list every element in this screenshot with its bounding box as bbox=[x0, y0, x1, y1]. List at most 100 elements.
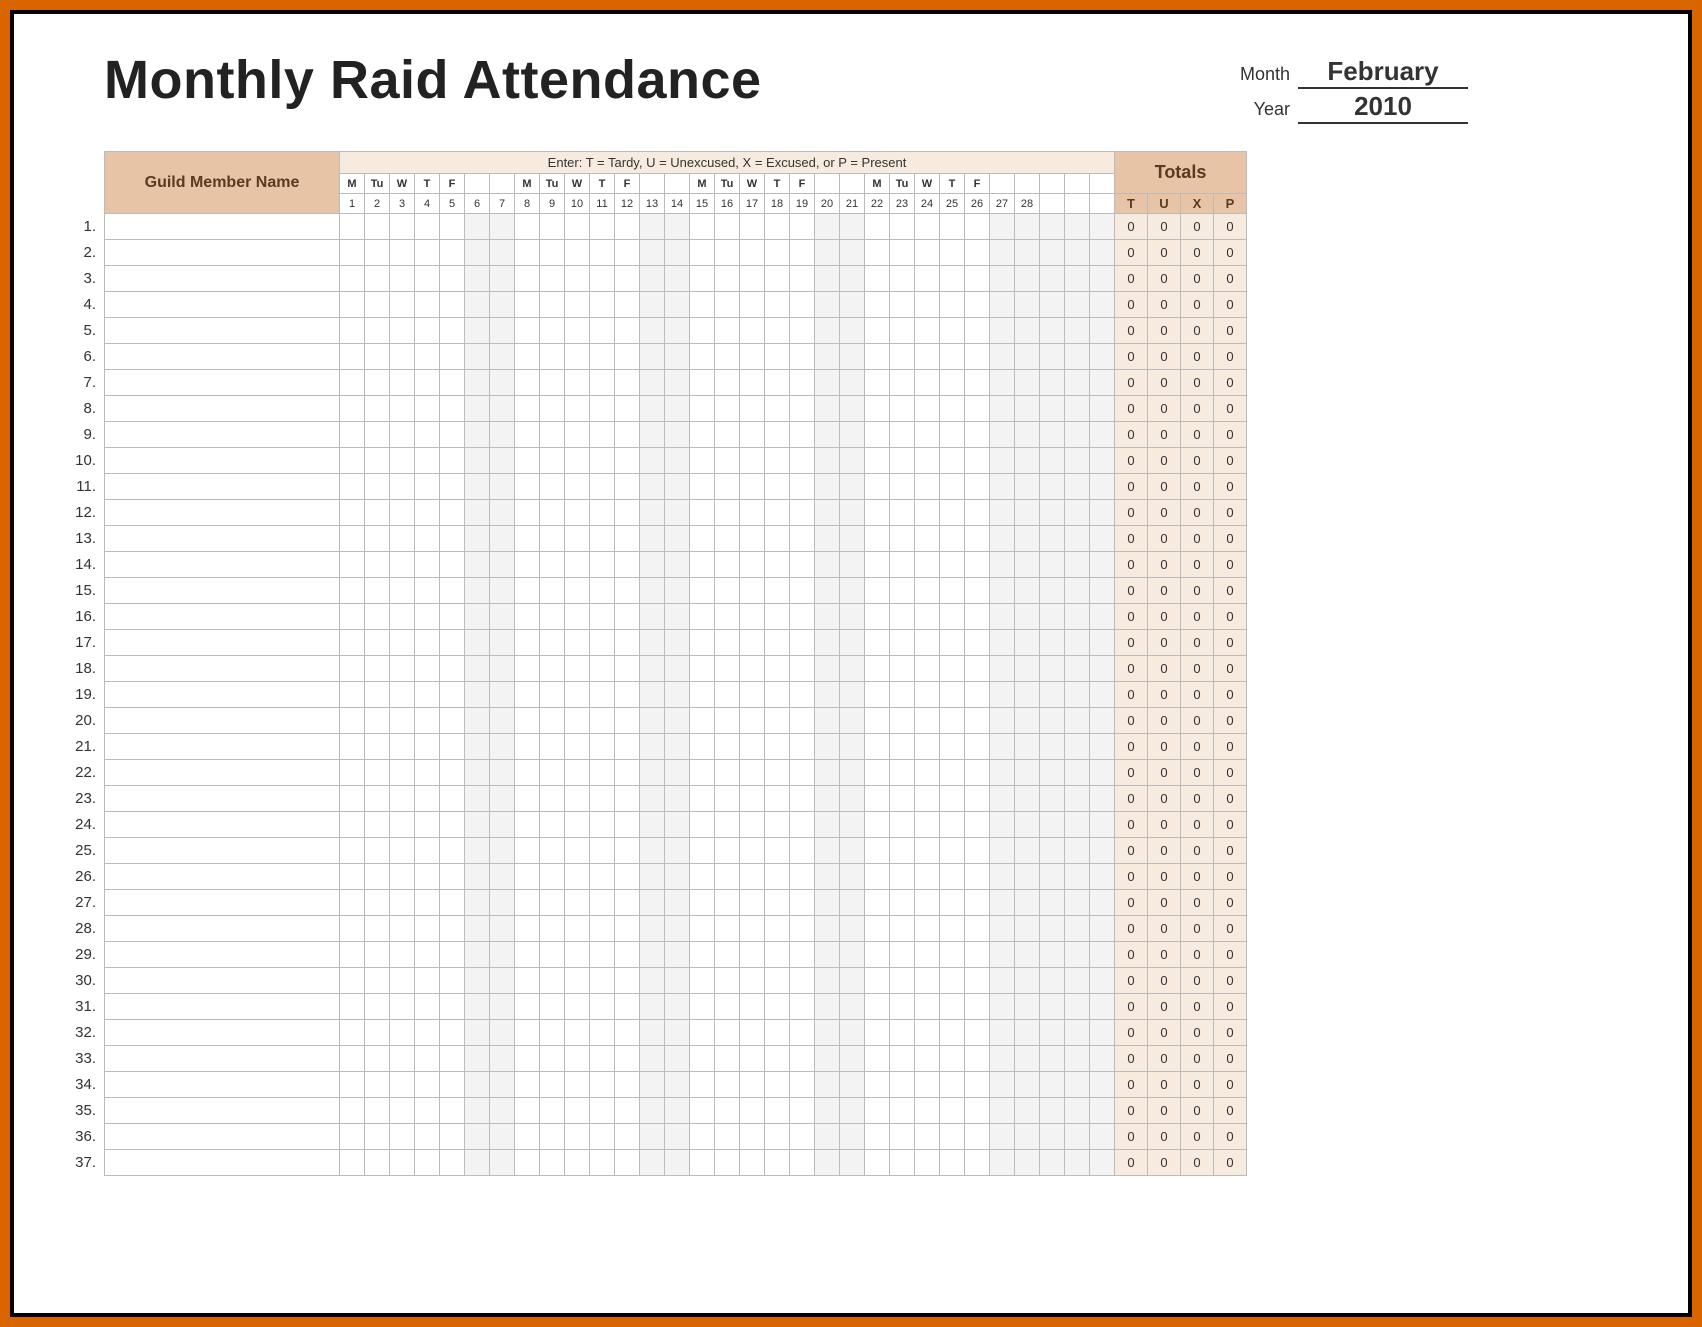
attendance-cell[interactable] bbox=[365, 266, 390, 292]
attendance-cell[interactable] bbox=[1090, 370, 1115, 396]
attendance-cell[interactable] bbox=[515, 656, 540, 682]
attendance-cell[interactable] bbox=[465, 1150, 490, 1176]
attendance-cell[interactable] bbox=[490, 864, 515, 890]
attendance-cell[interactable] bbox=[1090, 708, 1115, 734]
attendance-cell[interactable] bbox=[890, 994, 915, 1020]
attendance-cell[interactable] bbox=[540, 786, 565, 812]
attendance-cell[interactable] bbox=[590, 604, 615, 630]
attendance-cell[interactable] bbox=[915, 734, 940, 760]
attendance-cell[interactable] bbox=[915, 344, 940, 370]
attendance-cell[interactable] bbox=[640, 474, 665, 500]
attendance-cell[interactable] bbox=[865, 942, 890, 968]
attendance-cell[interactable] bbox=[915, 604, 940, 630]
attendance-cell[interactable] bbox=[665, 760, 690, 786]
attendance-cell[interactable] bbox=[540, 344, 565, 370]
attendance-cell[interactable] bbox=[1065, 734, 1090, 760]
attendance-cell[interactable] bbox=[815, 734, 840, 760]
attendance-cell[interactable] bbox=[1065, 1150, 1090, 1176]
guild-member-name-cell[interactable] bbox=[105, 448, 340, 474]
attendance-cell[interactable] bbox=[865, 266, 890, 292]
attendance-cell[interactable] bbox=[365, 214, 390, 240]
attendance-cell[interactable] bbox=[1040, 630, 1065, 656]
attendance-cell[interactable] bbox=[1040, 994, 1065, 1020]
attendance-cell[interactable] bbox=[415, 578, 440, 604]
attendance-cell[interactable] bbox=[815, 474, 840, 500]
attendance-cell[interactable] bbox=[1015, 214, 1040, 240]
attendance-cell[interactable] bbox=[940, 578, 965, 604]
attendance-cell[interactable] bbox=[365, 1124, 390, 1150]
attendance-cell[interactable] bbox=[915, 1072, 940, 1098]
attendance-cell[interactable] bbox=[665, 682, 690, 708]
attendance-cell[interactable] bbox=[540, 1020, 565, 1046]
attendance-cell[interactable] bbox=[565, 370, 590, 396]
attendance-cell[interactable] bbox=[865, 240, 890, 266]
attendance-cell[interactable] bbox=[715, 968, 740, 994]
attendance-cell[interactable] bbox=[1040, 812, 1065, 838]
attendance-cell[interactable] bbox=[465, 916, 490, 942]
attendance-cell[interactable] bbox=[965, 578, 990, 604]
attendance-cell[interactable] bbox=[765, 552, 790, 578]
attendance-cell[interactable] bbox=[615, 526, 640, 552]
attendance-cell[interactable] bbox=[590, 474, 615, 500]
attendance-cell[interactable] bbox=[765, 1046, 790, 1072]
attendance-cell[interactable] bbox=[490, 474, 515, 500]
attendance-cell[interactable] bbox=[665, 994, 690, 1020]
attendance-cell[interactable] bbox=[1065, 968, 1090, 994]
attendance-cell[interactable] bbox=[440, 968, 465, 994]
attendance-cell[interactable] bbox=[565, 812, 590, 838]
attendance-cell[interactable] bbox=[640, 240, 665, 266]
attendance-cell[interactable] bbox=[740, 292, 765, 318]
attendance-cell[interactable] bbox=[390, 266, 415, 292]
attendance-cell[interactable] bbox=[840, 292, 865, 318]
attendance-cell[interactable] bbox=[915, 266, 940, 292]
attendance-cell[interactable] bbox=[415, 552, 440, 578]
attendance-cell[interactable] bbox=[940, 1020, 965, 1046]
attendance-cell[interactable] bbox=[415, 240, 440, 266]
guild-member-name-cell[interactable] bbox=[105, 682, 340, 708]
attendance-cell[interactable] bbox=[790, 994, 815, 1020]
attendance-cell[interactable] bbox=[990, 838, 1015, 864]
attendance-cell[interactable] bbox=[590, 656, 615, 682]
attendance-cell[interactable] bbox=[690, 1098, 715, 1124]
attendance-cell[interactable] bbox=[515, 526, 540, 552]
attendance-cell[interactable] bbox=[640, 968, 665, 994]
attendance-cell[interactable] bbox=[515, 1150, 540, 1176]
attendance-cell[interactable] bbox=[840, 994, 865, 1020]
attendance-cell[interactable] bbox=[465, 448, 490, 474]
attendance-cell[interactable] bbox=[690, 734, 715, 760]
attendance-cell[interactable] bbox=[540, 812, 565, 838]
attendance-cell[interactable] bbox=[1090, 760, 1115, 786]
attendance-cell[interactable] bbox=[790, 1046, 815, 1072]
attendance-cell[interactable] bbox=[1015, 396, 1040, 422]
attendance-cell[interactable] bbox=[790, 266, 815, 292]
guild-member-name-cell[interactable] bbox=[105, 630, 340, 656]
attendance-cell[interactable] bbox=[890, 630, 915, 656]
attendance-cell[interactable] bbox=[690, 448, 715, 474]
attendance-cell[interactable] bbox=[715, 604, 740, 630]
attendance-cell[interactable] bbox=[590, 214, 615, 240]
attendance-cell[interactable] bbox=[540, 656, 565, 682]
attendance-cell[interactable] bbox=[1040, 396, 1065, 422]
attendance-cell[interactable] bbox=[340, 890, 365, 916]
guild-member-name-cell[interactable] bbox=[105, 1124, 340, 1150]
attendance-cell[interactable] bbox=[890, 916, 915, 942]
attendance-cell[interactable] bbox=[940, 812, 965, 838]
attendance-cell[interactable] bbox=[340, 994, 365, 1020]
attendance-cell[interactable] bbox=[515, 1098, 540, 1124]
attendance-cell[interactable] bbox=[990, 682, 1015, 708]
attendance-cell[interactable] bbox=[390, 422, 415, 448]
attendance-cell[interactable] bbox=[1090, 214, 1115, 240]
attendance-cell[interactable] bbox=[715, 994, 740, 1020]
attendance-cell[interactable] bbox=[690, 604, 715, 630]
attendance-cell[interactable] bbox=[565, 214, 590, 240]
attendance-cell[interactable] bbox=[790, 890, 815, 916]
attendance-cell[interactable] bbox=[465, 240, 490, 266]
attendance-cell[interactable] bbox=[815, 682, 840, 708]
attendance-cell[interactable] bbox=[365, 422, 390, 448]
attendance-cell[interactable] bbox=[715, 1124, 740, 1150]
attendance-cell[interactable] bbox=[440, 214, 465, 240]
attendance-cell[interactable] bbox=[1065, 448, 1090, 474]
attendance-cell[interactable] bbox=[515, 734, 540, 760]
attendance-cell[interactable] bbox=[365, 1072, 390, 1098]
attendance-cell[interactable] bbox=[665, 370, 690, 396]
